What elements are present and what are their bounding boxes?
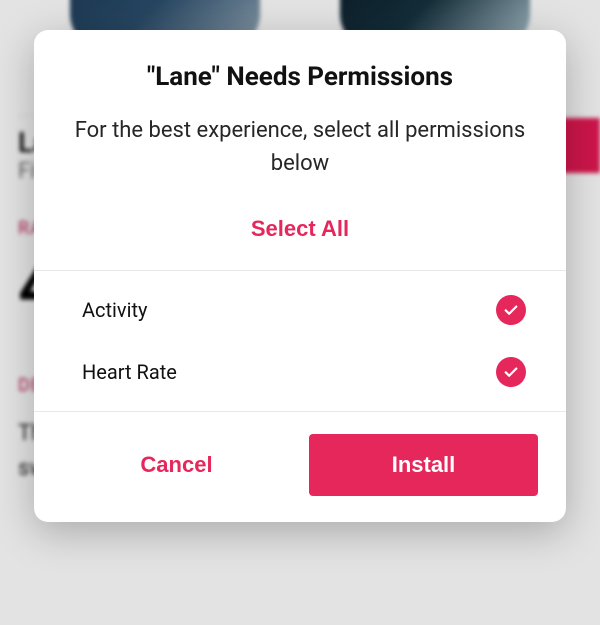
select-all-button[interactable]: Select All xyxy=(34,210,566,270)
permission-row: Activity xyxy=(34,279,566,341)
cancel-button[interactable]: Cancel xyxy=(62,434,291,496)
modal-title: "Lane" Needs Permissions xyxy=(74,62,526,92)
permissions-list: Activity Heart Rate xyxy=(34,270,566,412)
permissions-modal: "Lane" Needs Permissions For the best ex… xyxy=(34,30,566,522)
permission-row: Heart Rate xyxy=(34,341,566,403)
permission-checkbox[interactable] xyxy=(496,295,526,325)
check-icon xyxy=(502,301,520,319)
modal-actions: Cancel Install xyxy=(34,412,566,522)
permission-checkbox[interactable] xyxy=(496,357,526,387)
permission-label: Activity xyxy=(82,298,147,322)
check-icon xyxy=(502,363,520,381)
install-button[interactable]: Install xyxy=(309,434,538,496)
permission-label: Heart Rate xyxy=(82,360,177,384)
modal-subtitle: For the best experience, select all perm… xyxy=(74,114,526,180)
